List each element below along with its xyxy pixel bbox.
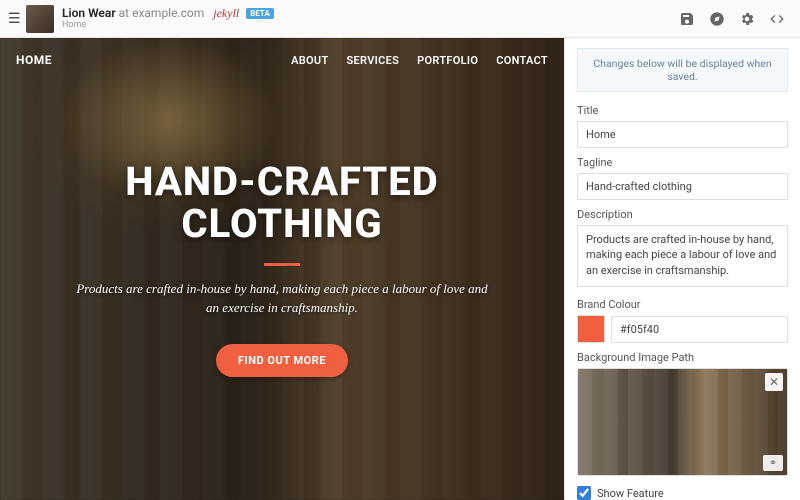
site-thumbnail	[26, 5, 54, 33]
editor-panel: Changes below will be displayed when sav…	[564, 38, 800, 500]
site-domain: example.com	[132, 6, 204, 20]
brand-colour-label: Brand Colour	[577, 298, 788, 311]
breadcrumb-page: Home	[62, 21, 274, 30]
platform-label: jekyll	[213, 6, 239, 20]
description-input[interactable]	[577, 225, 788, 287]
tagline-input[interactable]	[577, 173, 788, 200]
brand-colour-input[interactable]	[611, 316, 788, 343]
menu-icon[interactable]: ☰	[8, 11, 20, 27]
nav-portfolio[interactable]: PORTFOLIO	[417, 54, 478, 67]
bg-image-preview	[578, 369, 787, 475]
save-button[interactable]	[672, 4, 702, 34]
code-icon	[769, 11, 785, 27]
title-input[interactable]	[577, 121, 788, 148]
settings-button[interactable]	[732, 4, 762, 34]
bg-image-link-button[interactable]: ⚭	[763, 455, 783, 471]
at-label: at	[119, 6, 129, 20]
title-label: Title	[577, 104, 788, 117]
site-name: Lion Wear	[62, 6, 116, 20]
top-bar: ☰ Lion Wear at example.com jekyll BETA H…	[0, 0, 800, 38]
beta-badge: BETA	[246, 8, 274, 19]
tagline-label: Tagline	[577, 156, 788, 169]
description-label: Description	[577, 208, 788, 221]
nav-contact[interactable]: CONTACT	[496, 54, 548, 67]
show-feature-label: Show Feature	[597, 487, 664, 500]
hero-tagline: Products are crafted in-house by hand, m…	[72, 280, 492, 318]
link-icon: ⚭	[769, 458, 777, 469]
show-feature-checkbox[interactable]	[577, 486, 591, 500]
bg-image-field[interactable]: ✕ ⚭	[577, 368, 788, 476]
nav-about[interactable]: ABOUT	[291, 54, 328, 67]
save-notice: Changes below will be displayed when sav…	[577, 48, 788, 92]
explore-button[interactable]	[702, 4, 732, 34]
bg-image-label: Background Image Path	[577, 351, 788, 364]
gear-icon	[739, 11, 755, 27]
breadcrumb: Lion Wear at example.com jekyll BETA Hom…	[62, 7, 274, 30]
bg-image-clear-button[interactable]: ✕	[765, 373, 783, 391]
hero-divider	[264, 263, 300, 266]
code-toggle-button[interactable]	[762, 4, 792, 34]
preview-nav: HOME ABOUT SERVICES PORTFOLIO CONTACT	[0, 38, 564, 82]
hero-headline: HAND-CRAFTED CLOTHING	[30, 161, 534, 245]
nav-services[interactable]: SERVICES	[347, 54, 400, 67]
hero-cta-button[interactable]: FIND OUT MORE	[216, 344, 348, 377]
hero: HAND-CRAFTED CLOTHING Products are craft…	[0, 38, 564, 500]
nav-home[interactable]: HOME	[16, 53, 52, 67]
site-preview: HOME ABOUT SERVICES PORTFOLIO CONTACT HA…	[0, 38, 564, 500]
brand-colour-swatch[interactable]	[577, 315, 605, 343]
save-icon	[679, 11, 695, 27]
compass-icon	[709, 11, 725, 27]
